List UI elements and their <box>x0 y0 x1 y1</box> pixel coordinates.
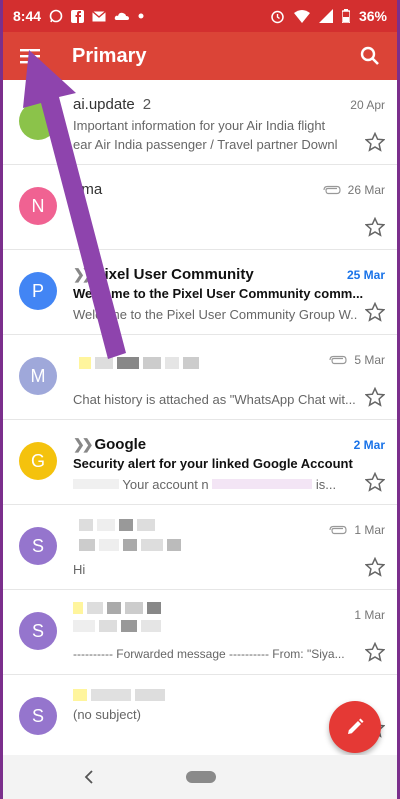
redacted-sender <box>79 519 155 531</box>
email-date: 1 Mar <box>328 523 385 537</box>
redacted-subject <box>73 620 161 632</box>
star-outline-icon <box>365 302 385 322</box>
star-outline-icon <box>365 642 385 662</box>
email-snippet: Your account n is... <box>73 477 358 492</box>
menu-button[interactable] <box>15 41 45 71</box>
star-button[interactable] <box>365 557 385 577</box>
status-bar: 8:44 36% <box>3 0 397 32</box>
gmail-notification-icon <box>92 10 106 22</box>
email-sender: oma <box>73 181 103 198</box>
cloud-icon <box>114 11 130 21</box>
email-date: 25 Mar <box>346 268 385 282</box>
star-button[interactable] <box>365 472 385 492</box>
star-button[interactable] <box>365 217 385 237</box>
email-row[interactable]: ai.update 2 20 Apr Important information … <box>3 80 397 165</box>
redacted-sender <box>79 357 199 369</box>
paperclip-icon <box>329 355 347 365</box>
email-row[interactable]: S 1 Mar ---------- Forwarded message ---… <box>3 590 397 675</box>
star-outline-icon <box>365 472 385 492</box>
wifi-icon <box>293 9 310 23</box>
email-snippet: (no subject) <box>73 707 141 722</box>
star-button[interactable] <box>365 642 385 662</box>
redacted-sender <box>73 602 161 614</box>
redacted-subject <box>79 539 181 551</box>
star-button[interactable] <box>365 302 385 322</box>
email-snippet: Important information for your Air India… <box>73 118 326 133</box>
email-row[interactable]: S 1 Mar Hi <box>3 505 397 590</box>
avatar: S <box>19 697 57 735</box>
gmail-screen: 8:44 36% Primary ai.update 2 20 Apr Impo… <box>3 0 397 799</box>
avatar: M <box>19 357 57 395</box>
email-sender: ❯❯ Google <box>73 436 147 453</box>
battery-percent: 36% <box>358 8 387 24</box>
avatar: G <box>19 442 57 480</box>
email-row[interactable]: N oma 26 Mar <box>3 165 397 250</box>
home-pill-button[interactable] <box>186 771 216 783</box>
avatar: N <box>19 187 57 225</box>
email-date: 2 Mar <box>353 438 385 452</box>
dot-icon <box>138 13 144 19</box>
avatar <box>19 102 57 140</box>
star-outline-icon <box>365 132 385 152</box>
redacted-sender <box>73 689 165 701</box>
email-subject: Welcome to the Pixel User Community comm… <box>73 286 363 301</box>
email-row[interactable]: P ❯❯ Pixel User Community 25 Mar Welcome … <box>3 250 397 335</box>
inbox-list: ai.update 2 20 Apr Important information … <box>3 80 397 760</box>
importance-marker-icon: ❯❯ <box>73 436 94 452</box>
whatsapp-icon <box>49 9 63 23</box>
status-time: 8:44 <box>13 8 42 24</box>
email-date: 20 Apr <box>350 98 385 112</box>
email-date: 5 Mar <box>328 353 385 367</box>
battery-icon <box>341 9 350 23</box>
email-date: 1 Mar <box>354 608 385 622</box>
avatar: S <box>19 527 57 565</box>
star-outline-icon <box>365 387 385 407</box>
menu-icon <box>20 49 40 64</box>
paperclip-icon <box>329 525 347 535</box>
signal-icon <box>318 9 333 23</box>
email-snippet: Chat history is attached as "WhatsApp Ch… <box>73 392 356 407</box>
email-subject: Security alert for your linked Google Ac… <box>73 456 353 471</box>
star-button[interactable] <box>365 132 385 152</box>
pencil-icon <box>348 718 364 734</box>
avatar: S <box>19 612 57 650</box>
app-bar: Primary <box>3 32 397 80</box>
email-row[interactable]: M 5 Mar Chat history is attached as "Wha… <box>3 335 397 420</box>
back-button[interactable] <box>79 767 99 787</box>
compose-button[interactable] <box>329 701 381 753</box>
avatar: P <box>19 272 57 310</box>
email-sender: ai.update 2 <box>73 96 152 113</box>
search-icon <box>360 46 379 65</box>
importance-marker-icon: ❯❯ <box>73 266 94 282</box>
email-snippet: ---------- Forwarded message ---------- … <box>73 647 345 661</box>
alarm-icon <box>270 9 285 24</box>
star-outline-icon <box>365 217 385 237</box>
email-row[interactable]: G ❯❯ Google 2 Mar Security alert for your… <box>3 420 397 505</box>
search-button[interactable] <box>355 41 385 71</box>
email-snippet: Hi <box>73 562 86 577</box>
email-date: 26 Mar <box>322 183 385 197</box>
page-title: Primary <box>72 44 147 67</box>
email-sender: ❯❯ Pixel User Community <box>73 266 254 283</box>
paperclip-icon <box>323 185 341 195</box>
thread-count: 2 <box>142 96 152 113</box>
email-snippet: Welcome to the Pixel User Community Grou… <box>73 307 358 322</box>
email-snippet-line2: ear Air India passenger / Travel partner… <box>73 137 338 152</box>
star-button[interactable] <box>365 387 385 407</box>
star-outline-icon <box>365 557 385 577</box>
system-nav-bar <box>3 755 397 799</box>
back-chevron-icon <box>84 770 93 784</box>
facebook-icon <box>71 9 85 23</box>
